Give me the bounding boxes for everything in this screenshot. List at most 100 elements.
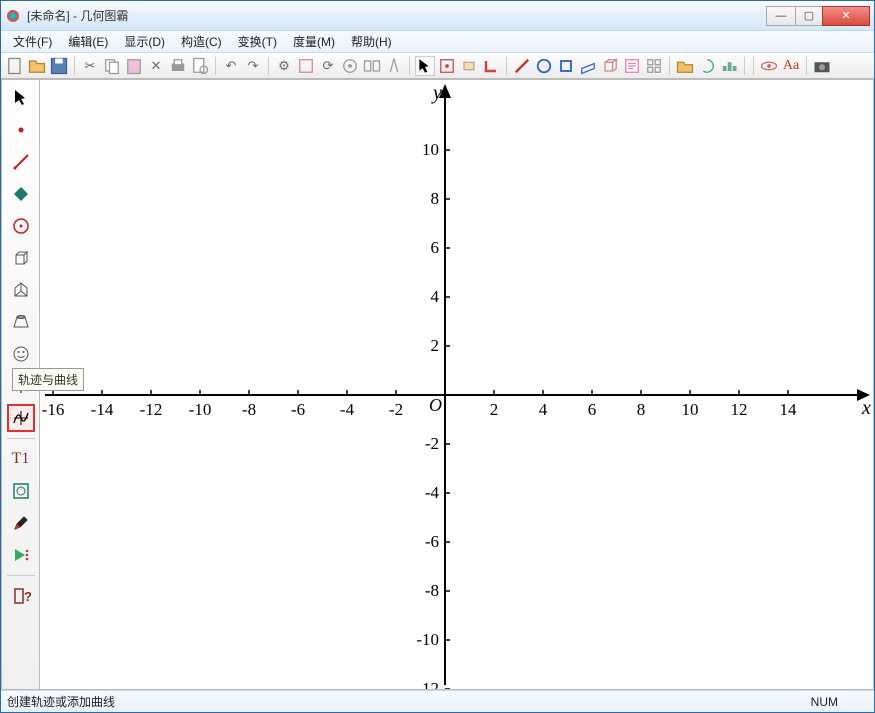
y-tick: -4 [407,483,439,503]
x-tick: -10 [186,400,214,420]
rhombus-tool[interactable] [7,180,35,208]
script-icon[interactable] [622,56,642,76]
prism-tool[interactable] [7,276,35,304]
plane-icon[interactable] [578,56,598,76]
redo-icon[interactable]: ↷ [243,56,263,76]
help-tool[interactable]: ? [7,582,35,610]
toolbar-separator [215,57,216,75]
text-aa-icon[interactable]: Aa [781,56,801,76]
preview-icon[interactable] [190,56,210,76]
copy-icon[interactable] [102,56,122,76]
menu-transform[interactable]: 变换(T) [230,31,285,52]
segment-red-icon[interactable] [512,56,532,76]
undo-icon[interactable]: ↶ [221,56,241,76]
corner-icon[interactable] [481,56,501,76]
spiral-icon[interactable] [697,56,717,76]
toolbar-separator [744,57,745,75]
x-tick: -12 [137,400,165,420]
circle-dot-tool[interactable] [7,212,35,240]
new-icon[interactable] [5,56,25,76]
curve-tool[interactable] [7,404,35,432]
line-tool[interactable] [7,148,35,176]
pen-tool[interactable] [7,509,35,537]
target-icon[interactable] [340,56,360,76]
menu-edit[interactable]: 编辑(E) [60,31,116,52]
app-window: [未命名] - 几何图霸 — ▢ ✕ 文件(F) 编辑(E) 显示(D) 构造(… [0,0,875,713]
window-buttons: — ▢ ✕ [767,6,870,26]
cursor-tool[interactable] [7,84,35,112]
menu-file[interactable]: 文件(F) [5,31,60,52]
statusbar: 创建轨迹或添加曲线 NUM [1,690,874,712]
app-icon [5,8,21,24]
x-tick: 6 [578,400,606,420]
menu-display[interactable]: 显示(D) [116,31,173,52]
close-button[interactable]: ✕ [822,6,870,26]
text-tool[interactable]: T1 [7,445,35,473]
x-tick: 8 [627,400,655,420]
side-separator [7,438,35,439]
side-separator [7,575,35,576]
cube-tool[interactable] [7,244,35,272]
toolbar-separator [268,57,269,75]
status-message: 创建轨迹或添加曲线 [7,693,115,710]
gear-icon[interactable]: ⚙ [274,56,294,76]
coordinate-axes [40,80,873,689]
canvas[interactable]: yxO-16-14-12-10-8-6-4-22468101214108642-… [40,80,873,689]
minimize-button[interactable]: — [766,6,796,26]
window-title: [未命名] - 几何图霸 [27,7,767,24]
y-tick: 6 [407,238,439,258]
rect-tool-icon[interactable] [459,56,479,76]
x-axis-label: x [862,397,871,420]
arrow-sel-icon[interactable] [415,56,435,76]
y-tick: 4 [407,287,439,307]
group-icon[interactable] [362,56,382,76]
x-tick: -4 [333,400,361,420]
x-tick: 12 [725,400,753,420]
y-tick: 2 [407,336,439,356]
open-icon[interactable] [27,56,47,76]
chart-icon[interactable] [719,56,739,76]
work-area: T1 ? 轨迹与曲线 yxO-16-14-12-10-8-6-4-2246810… [1,79,874,690]
point-tool[interactable] [7,116,35,144]
toolbar-separator [74,57,75,75]
paste-icon[interactable] [124,56,144,76]
camera-icon[interactable] [812,56,832,76]
origin-label: O [429,395,442,416]
y-tick: 8 [407,189,439,209]
compass-icon[interactable] [384,56,404,76]
point-tool-icon[interactable] [437,56,457,76]
tri-dots-tool[interactable] [7,541,35,569]
titlebar[interactable]: [未命名] - 几何图霸 — ▢ ✕ [1,1,874,31]
cycle-icon[interactable]: ⟳ [318,56,338,76]
frustum-tool[interactable] [7,308,35,336]
print-icon[interactable] [168,56,188,76]
save-icon[interactable] [49,56,69,76]
square-blue-icon[interactable] [556,56,576,76]
folder-icon[interactable] [675,56,695,76]
delete-icon[interactable]: ✕ [146,56,166,76]
toolbar-separator [409,57,410,75]
y-tick: -12 [407,679,439,689]
magnify-tool[interactable] [7,477,35,505]
x-tick: 10 [676,400,704,420]
y-tick: -10 [407,630,439,650]
maximize-button[interactable]: ▢ [795,6,823,26]
menu-measure[interactable]: 度量(M) [285,31,343,52]
brackets-icon[interactable] [296,56,316,76]
grid-icon[interactable] [644,56,664,76]
cut-icon[interactable]: ✂ [80,56,100,76]
orbit-icon[interactable] [759,56,779,76]
menu-construct[interactable]: 构造(C) [173,31,230,52]
smile-tool[interactable] [7,340,35,368]
toolbar-separator [806,57,807,75]
menu-help[interactable]: 帮助(H) [343,31,400,52]
x-tick: 4 [529,400,557,420]
toolbar-separator [669,57,670,75]
x-tick: -2 [382,400,410,420]
x-tick: -14 [88,400,116,420]
y-axis-label: y [433,82,442,105]
status-mode: NUM [811,695,868,709]
box-icon[interactable] [600,56,620,76]
circle-blue-icon[interactable] [534,56,554,76]
toolbar: ✂ ✕ ↶ ↷ ⚙ ⟳ Aa [1,53,874,79]
